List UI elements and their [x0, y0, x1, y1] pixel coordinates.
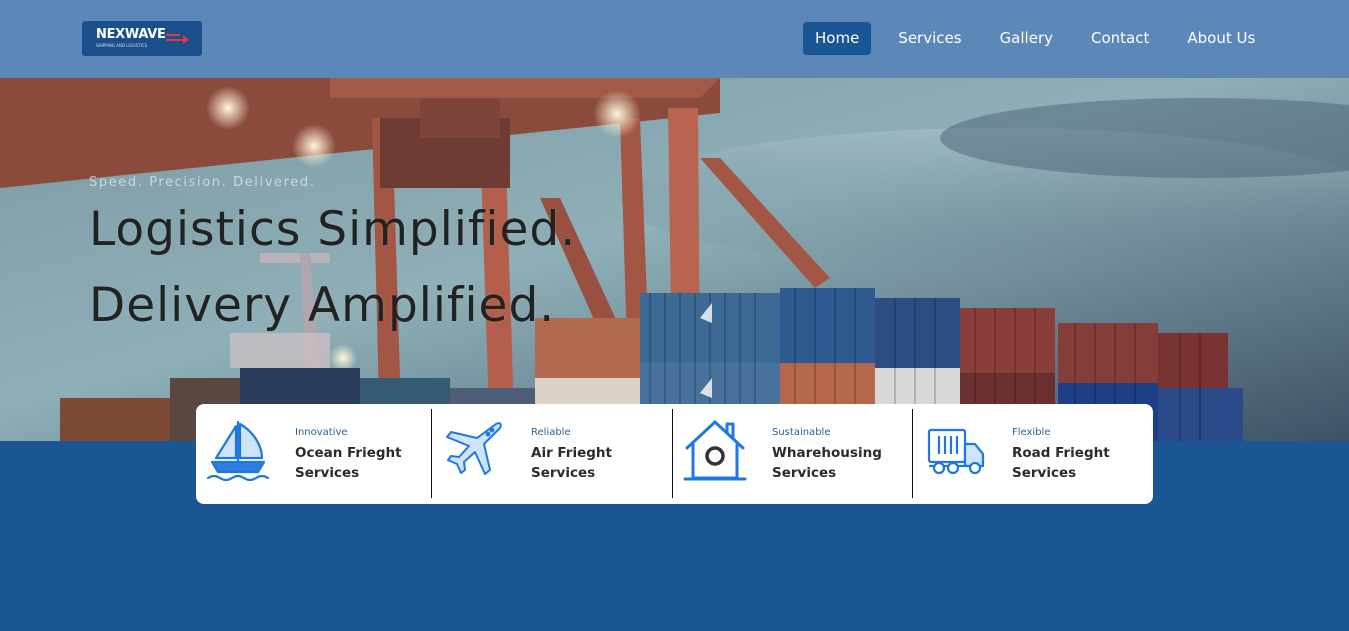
- service-subtitle: Reliable: [531, 427, 571, 438]
- site-header: NEXWAVE SHIPPING AND LOGISTICS Home Serv…: [0, 0, 1349, 78]
- brand-logo[interactable]: NEXWAVE SHIPPING AND LOGISTICS: [82, 21, 202, 56]
- service-title: Road Frieght Services: [1012, 445, 1110, 481]
- nav-contact[interactable]: Contact: [1091, 22, 1149, 55]
- service-card-air[interactable]: Reliable Air Frieght Services: [432, 404, 673, 504]
- hero-headline-line1: Logistics Simplified.: [89, 202, 577, 257]
- airplane-icon: [446, 422, 502, 475]
- main-nav: Home Services Gallery Contact About Us: [803, 22, 1255, 55]
- service-subtitle: Innovative: [295, 427, 348, 438]
- sailboat-icon: [206, 420, 270, 482]
- service-title: Ocean Frieght Services: [295, 445, 402, 481]
- warehouse-icon: [683, 420, 747, 481]
- service-card-ocean[interactable]: Innovative Ocean Frieght Services: [196, 404, 432, 504]
- service-card-warehousing[interactable]: Sustainable Wharehousing Services: [673, 404, 913, 504]
- hero-tagline: Speed. Precision. Delivered.: [89, 175, 316, 190]
- brand-logo-text: NEXWAVE: [96, 27, 166, 42]
- hero-banner: Speed. Precision. Delivered. Logistics S…: [0, 78, 1349, 441]
- nav-gallery[interactable]: Gallery: [1000, 22, 1053, 55]
- service-title: Air Frieght Services: [531, 445, 612, 481]
- service-card-road[interactable]: Flexible Road Frieght Services: [913, 404, 1153, 504]
- brand-logo-subtext: SHIPPING AND LOGISTICS: [96, 43, 148, 48]
- logo-arrow-icon: [166, 34, 189, 44]
- nav-services[interactable]: Services: [898, 22, 961, 55]
- hero-headline-line2: Delivery Amplified.: [89, 278, 556, 333]
- service-subtitle: Sustainable: [772, 427, 831, 438]
- truck-icon: [927, 428, 985, 475]
- nav-home[interactable]: Home: [803, 22, 872, 55]
- hero-port-image: [0, 78, 1349, 441]
- service-subtitle: Flexible: [1012, 427, 1051, 438]
- services-strip: Innovative Ocean Frieght Services Reliab…: [196, 404, 1153, 504]
- service-title: Wharehousing Services: [772, 445, 882, 481]
- nav-about-us[interactable]: About Us: [1187, 22, 1255, 55]
